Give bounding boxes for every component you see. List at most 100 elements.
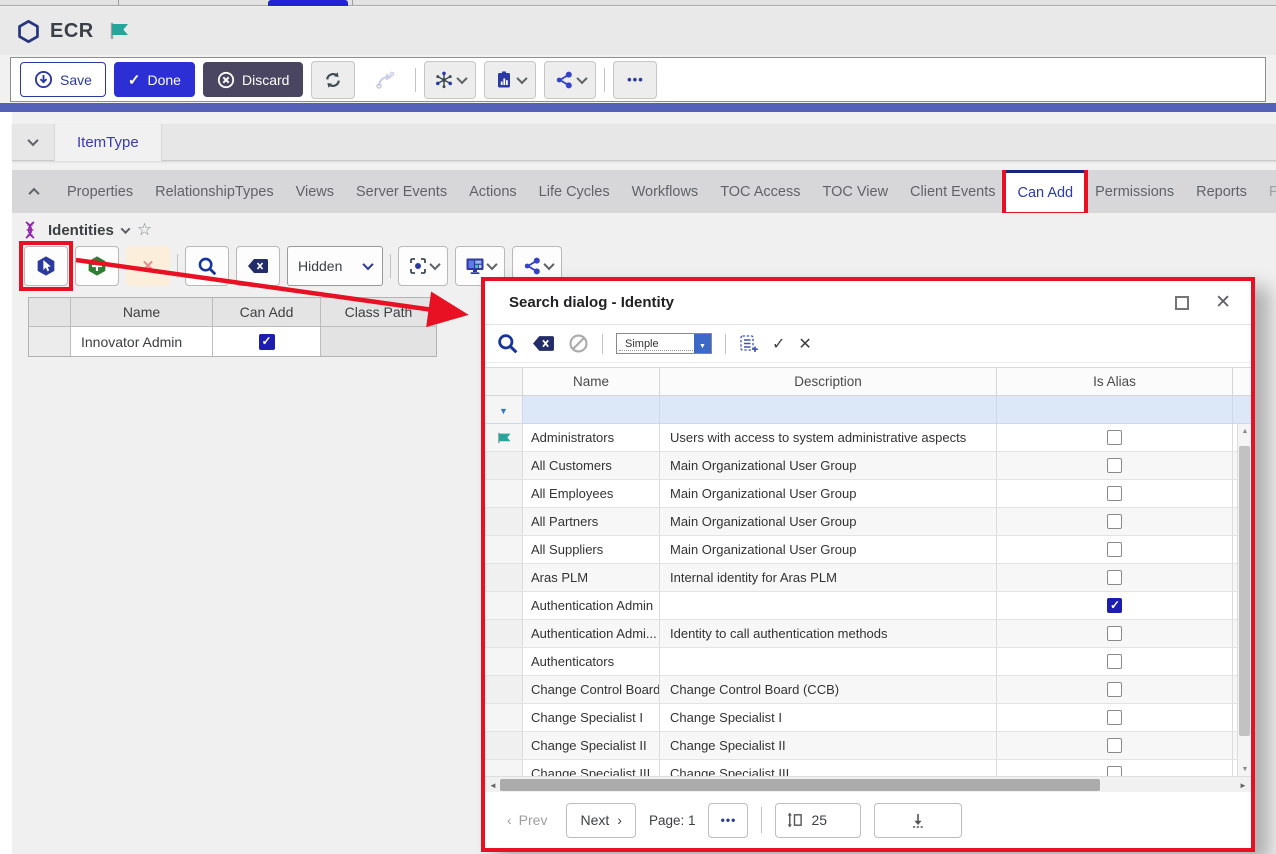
is-alias-checkbox[interactable] bbox=[1107, 738, 1122, 753]
column-header-description[interactable]: Description bbox=[660, 368, 997, 396]
tab-relationshiptypes[interactable]: RelationshipTypes bbox=[144, 170, 285, 213]
table-row[interactable]: All Customers Main Organizational User G… bbox=[485, 452, 1237, 480]
column-header-is-alias[interactable]: Is Alias bbox=[997, 368, 1233, 396]
favorite-star-icon[interactable] bbox=[137, 220, 152, 240]
export-download-button[interactable] bbox=[874, 803, 962, 838]
tab-client-events[interactable]: Client Events bbox=[899, 170, 1006, 213]
form-type-tab[interactable]: ItemType bbox=[54, 124, 162, 161]
horizontal-scrollbar[interactable] bbox=[485, 776, 1251, 792]
scroll-up-arrow[interactable] bbox=[1238, 424, 1251, 438]
is-alias-checkbox[interactable] bbox=[1107, 710, 1122, 725]
tab-toc-view[interactable]: TOC View bbox=[812, 170, 900, 213]
table-row[interactable]: Authenticators bbox=[485, 648, 1237, 676]
tab-reports[interactable]: Reports bbox=[1185, 170, 1258, 213]
is-alias-checkbox[interactable] bbox=[1107, 430, 1122, 445]
more-pages-button[interactable] bbox=[708, 803, 748, 838]
is-alias-checkbox[interactable] bbox=[1107, 570, 1122, 585]
table-row[interactable]: Authentication Admin bbox=[485, 592, 1237, 620]
is-alias-checkbox[interactable] bbox=[1107, 654, 1122, 669]
next-page-button[interactable]: Next bbox=[566, 803, 635, 838]
description-cell: Change Specialist II bbox=[660, 732, 997, 760]
vertical-scrollbar[interactable] bbox=[1237, 424, 1251, 776]
select-dropdown-button[interactable] bbox=[694, 334, 711, 353]
column-header-can-add[interactable]: Can Add bbox=[213, 298, 321, 327]
tab-properties[interactable]: Properties bbox=[56, 170, 144, 213]
tab-workflows[interactable]: Workflows bbox=[621, 170, 710, 213]
relationship-tab-bar: Properties RelationshipTypes Views Serve… bbox=[12, 170, 1276, 213]
can-add-checkbox[interactable] bbox=[259, 334, 275, 350]
filter-triangle-icon bbox=[499, 402, 508, 417]
filter-description-cell[interactable] bbox=[660, 396, 997, 424]
table-row[interactable]: All Employees Main Organizational User G… bbox=[485, 480, 1237, 508]
circle-x-icon bbox=[217, 71, 235, 89]
cancel-selection-icon[interactable] bbox=[798, 334, 811, 354]
tab-server-events[interactable]: Server Events bbox=[345, 170, 458, 213]
refresh-button[interactable] bbox=[311, 61, 355, 99]
table-row[interactable]: Change Specialist III Change Specialist … bbox=[485, 760, 1237, 776]
is-alias-cell bbox=[997, 508, 1233, 536]
close-icon[interactable] bbox=[1215, 291, 1231, 314]
visibility-filter-select[interactable]: Hidden bbox=[287, 246, 383, 286]
is-alias-checkbox[interactable] bbox=[1107, 542, 1122, 557]
table-row[interactable]: Aras PLM Internal identity for Aras PLM bbox=[485, 564, 1237, 592]
column-header-name[interactable]: Name bbox=[71, 298, 213, 327]
focus-view-menu-button[interactable] bbox=[398, 246, 448, 286]
table-row[interactable]: Innovator Admin bbox=[29, 327, 436, 356]
scrollbar-thumb[interactable] bbox=[1239, 446, 1250, 736]
collapse-form-button[interactable] bbox=[12, 138, 54, 146]
table-row[interactable]: All Suppliers Main Organizational User G… bbox=[485, 536, 1237, 564]
scroll-right-arrow[interactable] bbox=[1235, 777, 1251, 792]
is-alias-checkbox[interactable] bbox=[1107, 458, 1122, 473]
is-alias-checkbox[interactable] bbox=[1107, 514, 1122, 529]
confirm-selection-icon[interactable] bbox=[772, 334, 785, 354]
is-alias-checkbox[interactable] bbox=[1107, 682, 1122, 697]
is-alias-checkbox[interactable] bbox=[1107, 486, 1122, 501]
tab-views[interactable]: Views bbox=[285, 170, 345, 213]
active-browser-tab[interactable] bbox=[268, 0, 348, 6]
is-alias-checkbox[interactable] bbox=[1107, 626, 1122, 641]
clear-search-button[interactable] bbox=[236, 246, 280, 286]
tab-life-cycles[interactable]: Life Cycles bbox=[528, 170, 621, 213]
collapse-tabs-button[interactable] bbox=[12, 170, 56, 213]
scroll-down-arrow[interactable] bbox=[1238, 762, 1251, 776]
row-header-cell bbox=[485, 480, 523, 508]
structure-menu-button[interactable] bbox=[424, 61, 476, 99]
table-row[interactable]: All Partners Main Organizational User Gr… bbox=[485, 508, 1237, 536]
maximize-icon[interactable] bbox=[1175, 296, 1189, 310]
table-row[interactable]: Change Specialist II Change Specialist I… bbox=[485, 732, 1237, 760]
table-row[interactable]: Administrators Users with access to syst… bbox=[485, 424, 1237, 452]
add-item-button[interactable] bbox=[75, 246, 119, 286]
tab-toc-access[interactable]: TOC Access bbox=[709, 170, 811, 213]
filter-row[interactable] bbox=[485, 396, 1251, 424]
done-button[interactable]: Done bbox=[114, 62, 195, 97]
tab-actions[interactable]: Actions bbox=[458, 170, 528, 213]
filter-name-cell[interactable] bbox=[523, 396, 660, 424]
column-header-name[interactable]: Name bbox=[523, 368, 660, 396]
is-alias-checkbox[interactable] bbox=[1107, 598, 1122, 613]
dialog-toolbar: Simple bbox=[485, 325, 1251, 363]
search-button[interactable] bbox=[185, 246, 229, 286]
table-row[interactable]: Change Specialist I Change Specialist I bbox=[485, 704, 1237, 732]
tab-permissions[interactable]: Permissions bbox=[1084, 170, 1185, 213]
table-row[interactable]: Change Control Board Change Control Boar… bbox=[485, 676, 1237, 704]
scrollbar-thumb[interactable] bbox=[500, 779, 1100, 791]
multi-select-list-icon[interactable] bbox=[739, 334, 759, 354]
share-menu-button[interactable] bbox=[544, 61, 596, 99]
reports-menu-button[interactable] bbox=[484, 61, 536, 99]
column-header-class-path[interactable]: Class Path bbox=[321, 298, 436, 327]
save-button[interactable]: Save bbox=[20, 62, 106, 97]
filter-is-alias-cell[interactable] bbox=[997, 396, 1233, 424]
search-mode-select[interactable]: Simple bbox=[616, 333, 712, 354]
scroll-left-arrow[interactable] bbox=[485, 777, 501, 792]
more-actions-button[interactable] bbox=[613, 61, 657, 99]
run-search-icon[interactable] bbox=[497, 333, 519, 355]
page-size-control[interactable]: 25 bbox=[775, 803, 861, 838]
tab-can-add[interactable]: Can Add bbox=[1006, 170, 1084, 213]
is-alias-checkbox[interactable] bbox=[1107, 766, 1122, 776]
chevron-down-icon[interactable] bbox=[120, 224, 130, 234]
clear-criteria-icon[interactable] bbox=[532, 335, 555, 352]
tab-poly[interactable]: Poly bbox=[1258, 170, 1276, 213]
table-row[interactable]: Authentication Admi... Identity to call … bbox=[485, 620, 1237, 648]
discard-button[interactable]: Discard bbox=[203, 62, 303, 97]
select-items-button[interactable] bbox=[24, 246, 68, 286]
